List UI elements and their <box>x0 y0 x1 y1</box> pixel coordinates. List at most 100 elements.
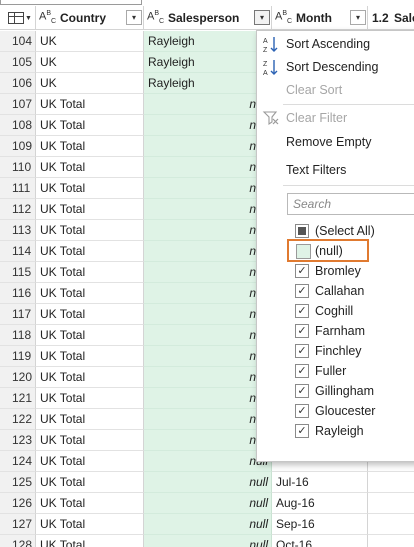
header-sale[interactable]: 1.2 Sale <box>368 6 414 30</box>
filter-search-input[interactable]: Search <box>287 193 414 215</box>
header-salesperson[interactable]: ABC Salesperson ▾ <box>144 6 272 30</box>
row-number[interactable]: 121 <box>0 388 36 409</box>
row-number[interactable]: 115 <box>0 262 36 283</box>
month-cell[interactable]: Jul-16 <box>272 472 368 493</box>
month-cell[interactable]: Oct-16 <box>272 535 368 547</box>
filter-value-item[interactable]: ✓ Callahan <box>257 281 414 301</box>
country-cell[interactable]: UK Total <box>36 514 144 535</box>
country-cell[interactable]: UK Total <box>36 346 144 367</box>
row-number[interactable]: 110 <box>0 157 36 178</box>
row-number[interactable]: 128 <box>0 535 36 547</box>
country-cell[interactable]: UK Total <box>36 493 144 514</box>
salesperson-cell[interactable]: Rayleigh <box>144 52 272 73</box>
header-month[interactable]: ABC Month ▾ <box>272 6 368 30</box>
country-cell[interactable]: UK Total <box>36 451 144 472</box>
salesperson-cell[interactable]: null <box>144 157 272 178</box>
chevron-down-icon[interactable]: ▼ <box>25 15 32 22</box>
sale-cell[interactable] <box>368 493 414 514</box>
country-cell[interactable]: UK Total <box>36 367 144 388</box>
sale-cell[interactable] <box>368 472 414 493</box>
row-number[interactable]: 113 <box>0 220 36 241</box>
table-row[interactable]: 126 UK Total null Aug-16 <box>0 493 414 514</box>
filter-value-item[interactable]: ✓ Bromley <box>257 261 414 281</box>
country-cell[interactable]: UK Total <box>36 325 144 346</box>
filter-value-item[interactable]: ✓ Coghill <box>257 301 414 321</box>
salesperson-cell[interactable]: null <box>144 325 272 346</box>
country-cell[interactable]: UK Total <box>36 136 144 157</box>
salesperson-cell[interactable]: null <box>144 283 272 304</box>
text-type-icon[interactable]: ABC <box>275 10 292 25</box>
country-cell[interactable]: UK Total <box>36 178 144 199</box>
sort-ascending-item[interactable]: A Z Sort Ascending <box>257 33 414 55</box>
salesperson-cell[interactable]: Rayleigh <box>144 31 272 52</box>
salesperson-cell[interactable]: null <box>144 178 272 199</box>
checked-checkbox[interactable]: ✓ <box>295 344 309 358</box>
sale-cell[interactable] <box>368 514 414 535</box>
salesperson-cell[interactable]: null <box>144 535 272 547</box>
row-number[interactable]: 105 <box>0 52 36 73</box>
text-type-icon[interactable]: ABC <box>147 10 164 25</box>
checked-checkbox[interactable]: ✓ <box>295 424 309 438</box>
row-number[interactable]: 120 <box>0 367 36 388</box>
filter-value-item[interactable]: ✓ Gillingham <box>257 381 414 401</box>
salesperson-cell[interactable]: null <box>144 430 272 451</box>
table-menu-cell[interactable]: ▼ <box>0 6 36 30</box>
row-number[interactable]: 106 <box>0 73 36 94</box>
row-number[interactable]: 123 <box>0 430 36 451</box>
salesperson-cell[interactable]: null <box>144 199 272 220</box>
salesperson-cell[interactable]: null <box>144 115 272 136</box>
country-cell[interactable]: UK <box>36 52 144 73</box>
country-cell[interactable]: UK Total <box>36 199 144 220</box>
remove-empty-item[interactable]: Remove Empty <box>257 131 414 153</box>
country-cell[interactable]: UK Total <box>36 262 144 283</box>
filter-value-item[interactable]: ✓ Gloucester <box>257 401 414 421</box>
salesperson-filter-button[interactable]: ▾ <box>254 10 270 25</box>
filter-value-item[interactable]: ✓ Rayleigh <box>257 421 414 441</box>
country-filter-button[interactable]: ▾ <box>126 10 142 25</box>
checked-checkbox[interactable]: ✓ <box>295 284 309 298</box>
row-number[interactable]: 127 <box>0 514 36 535</box>
row-number[interactable]: 117 <box>0 304 36 325</box>
country-cell[interactable]: UK <box>36 31 144 52</box>
salesperson-cell[interactable]: null <box>144 241 272 262</box>
row-number[interactable]: 116 <box>0 283 36 304</box>
table-row[interactable]: 125 UK Total null Jul-16 <box>0 472 414 493</box>
checked-checkbox[interactable]: ✓ <box>295 304 309 318</box>
salesperson-cell[interactable]: null <box>144 367 272 388</box>
row-number[interactable]: 109 <box>0 136 36 157</box>
checked-checkbox[interactable]: ✓ <box>295 364 309 378</box>
country-cell[interactable]: UK Total <box>36 472 144 493</box>
country-cell[interactable]: UK <box>36 73 144 94</box>
salesperson-cell[interactable]: null <box>144 136 272 157</box>
row-number[interactable]: 124 <box>0 451 36 472</box>
salesperson-cell[interactable]: null <box>144 472 272 493</box>
row-number[interactable]: 108 <box>0 115 36 136</box>
header-country[interactable]: ABC Country ▾ <box>36 6 144 30</box>
select-all-item[interactable]: (Select All) <box>257 221 414 241</box>
select-all-checkbox[interactable] <box>295 224 309 238</box>
row-number[interactable]: 118 <box>0 325 36 346</box>
row-number[interactable]: 126 <box>0 493 36 514</box>
row-number[interactable]: 111 <box>0 178 36 199</box>
salesperson-cell[interactable]: Rayleigh <box>144 73 272 94</box>
text-type-icon[interactable]: ABC <box>39 10 56 25</box>
table-icon[interactable] <box>8 12 24 24</box>
country-cell[interactable]: UK Total <box>36 115 144 136</box>
table-row[interactable]: 128 UK Total null Oct-16 <box>0 535 414 547</box>
row-number[interactable]: 119 <box>0 346 36 367</box>
country-cell[interactable]: UK Total <box>36 430 144 451</box>
month-filter-button[interactable]: ▾ <box>350 10 366 25</box>
salesperson-cell[interactable]: null <box>144 304 272 325</box>
sort-descending-item[interactable]: Z A Sort Descending <box>257 56 414 78</box>
row-number[interactable]: 104 <box>0 31 36 52</box>
filter-value-item[interactable]: ✓ Farnham <box>257 321 414 341</box>
salesperson-cell[interactable]: null <box>144 451 272 472</box>
row-number[interactable]: 107 <box>0 94 36 115</box>
row-number[interactable]: 114 <box>0 241 36 262</box>
country-cell[interactable]: UK Total <box>36 388 144 409</box>
salesperson-cell[interactable]: null <box>144 493 272 514</box>
row-number[interactable]: 125 <box>0 472 36 493</box>
sale-cell[interactable] <box>368 535 414 547</box>
salesperson-cell[interactable]: null <box>144 220 272 241</box>
table-row[interactable]: 127 UK Total null Sep-16 <box>0 514 414 535</box>
